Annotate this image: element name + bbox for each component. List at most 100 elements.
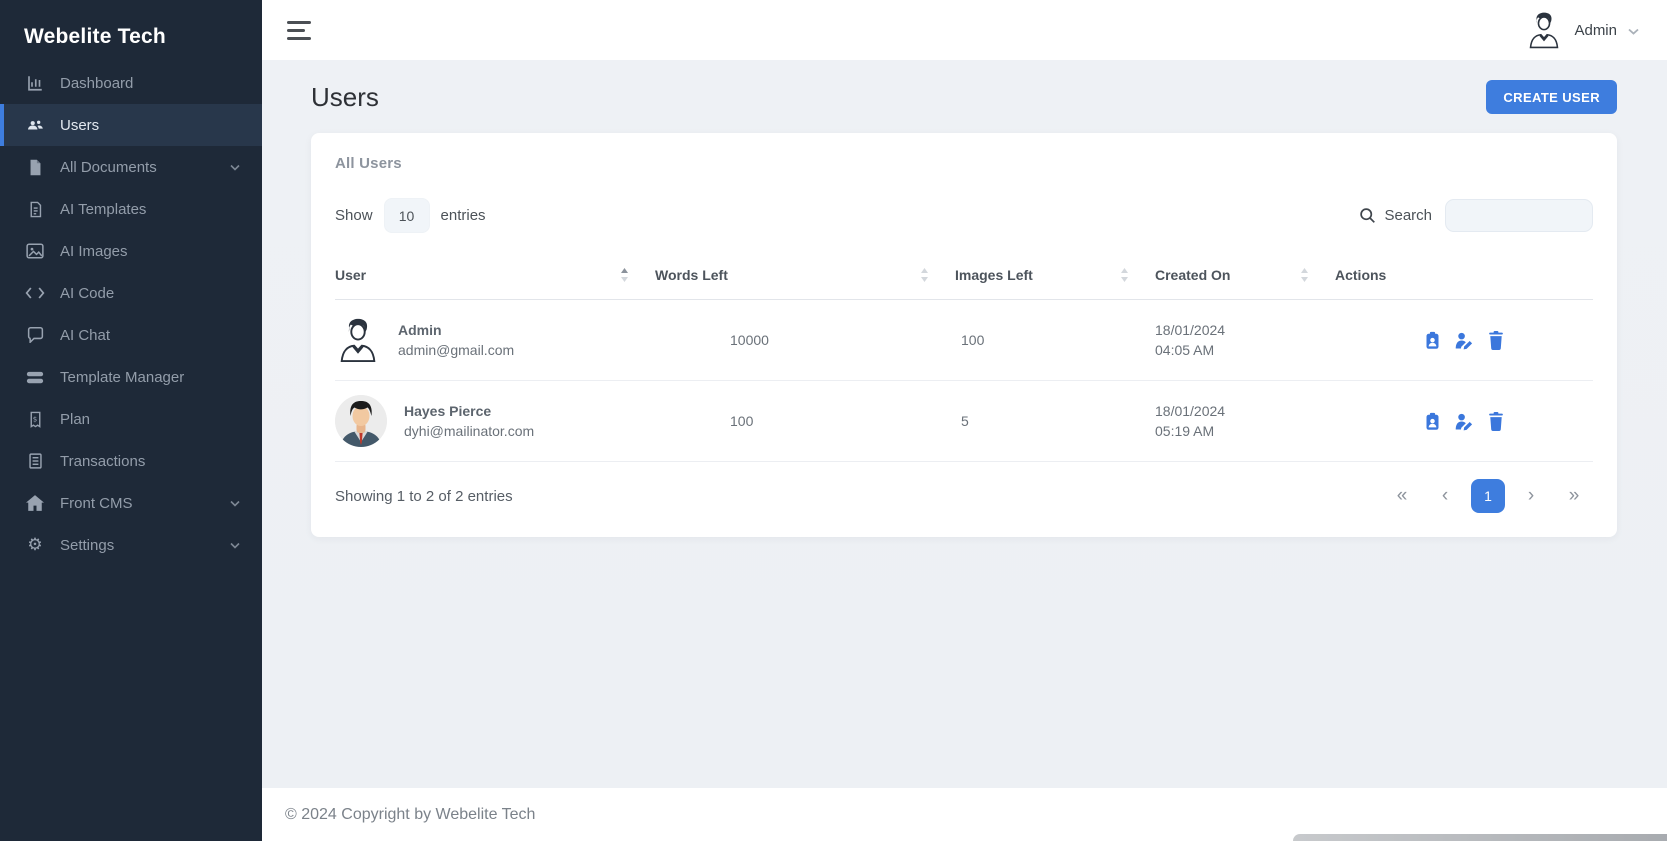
sort-icon-asc-active [620, 267, 629, 283]
sidebar-item-front-cms[interactable]: Front CMS [0, 482, 262, 524]
search-input[interactable] [1445, 199, 1593, 232]
screen-edge-shadow [1293, 834, 1667, 841]
sidebar-item-dashboard[interactable]: Dashboard [0, 62, 262, 104]
pagination-last-button[interactable]: » [1557, 479, 1591, 513]
sidebar-item-ai-templates[interactable]: AI Templates [0, 188, 262, 230]
created-on-cell: 18/01/2024 05:19 AM [1155, 401, 1335, 442]
page-header: Users CREATE USER [262, 60, 1667, 114]
brand-logo: Webelite Tech [0, 0, 262, 60]
sidebar-item-label: Users [60, 117, 99, 134]
users-icon [25, 115, 45, 135]
sidebar-item-users[interactable]: Users [0, 104, 262, 146]
column-header-words-left[interactable]: Words Left [655, 267, 955, 283]
column-header-user[interactable]: User [335, 267, 655, 283]
user-name: Hayes Pierce [404, 403, 534, 419]
copyright-text: © 2024 Copyright by Webelite Tech [285, 806, 535, 824]
images-left-cell: 5 [955, 413, 1155, 429]
sidebar-item-label: AI Code [60, 285, 114, 302]
sort-icon [1120, 267, 1129, 283]
column-header-created-on[interactable]: Created On [1155, 267, 1335, 283]
user-email: admin@gmail.com [398, 342, 514, 358]
pagination-next-button[interactable]: › [1514, 479, 1548, 513]
words-left-cell: 10000 [655, 332, 955, 348]
search-label: Search [1384, 207, 1432, 224]
dashboard-icon [25, 73, 45, 93]
pagination-prev-button[interactable]: ‹ [1428, 479, 1462, 513]
layers-icon [25, 367, 45, 387]
sidebar-item-label: Transactions [60, 453, 145, 470]
home-icon [25, 493, 45, 513]
show-label: Show [335, 207, 373, 224]
delete-user-icon[interactable] [1487, 331, 1506, 350]
entries-summary: Showing 1 to 2 of 2 entries [335, 488, 513, 505]
topbar: Admin [262, 0, 1667, 60]
created-on-cell: 18/01/2024 04:05 AM [1155, 320, 1335, 361]
page-title: Users [311, 82, 379, 113]
sidebar-item-label: AI Templates [60, 201, 146, 218]
sidebar-item-label: Settings [60, 537, 114, 554]
user-name: Admin [398, 322, 514, 338]
edit-user-icon[interactable] [1455, 331, 1474, 350]
svg-text:$: $ [32, 414, 37, 423]
menu-toggle-icon[interactable] [287, 21, 311, 40]
images-left-cell: 100 [955, 332, 1155, 348]
user-email: dyhi@mailinator.com [404, 423, 534, 439]
column-header-actions: Actions [1335, 267, 1593, 283]
sidebar-item-all-documents[interactable]: All Documents [0, 146, 262, 188]
user-menu[interactable]: Admin [1525, 11, 1639, 49]
pagination-page-1-button[interactable]: 1 [1471, 479, 1505, 513]
code-icon [25, 283, 45, 303]
sidebar-item-label: Plan [60, 411, 90, 428]
chevron-down-icon [230, 542, 240, 549]
actions-cell [1335, 331, 1593, 350]
edit-user-icon[interactable] [1455, 412, 1474, 431]
user-cell: Admin admin@gmail.com [335, 317, 655, 363]
main-content: Users CREATE USER All Users Show 10 entr… [262, 60, 1667, 788]
entries-label: entries [441, 207, 486, 224]
sidebar-nav: Dashboard Users All Documents [0, 62, 262, 566]
app-window: Webelite Tech Dashboard Users All Docume… [0, 0, 1667, 841]
users-table: User Words Left Images Left [335, 251, 1593, 462]
words-left-cell: 100 [655, 413, 955, 429]
plan-invoice-icon: $ [25, 409, 45, 429]
user-avatar [335, 317, 381, 363]
create-user-button[interactable]: CREATE USER [1486, 80, 1617, 114]
column-header-images-left[interactable]: Images Left [955, 267, 1155, 283]
table-controls: Show 10 entries Search [335, 198, 1593, 233]
chat-icon [25, 325, 45, 345]
pagination: « ‹ 1 › » [1385, 479, 1591, 513]
sidebar-item-label: AI Images [60, 243, 128, 260]
search-control: Search [1359, 199, 1593, 232]
sidebar-item-ai-images[interactable]: AI Images [0, 230, 262, 272]
page-size-select[interactable]: 10 [384, 198, 430, 233]
transactions-icon [25, 451, 45, 471]
view-user-icon[interactable] [1423, 331, 1442, 350]
chevron-down-icon [1628, 28, 1639, 35]
sidebar-item-ai-code[interactable]: AI Code [0, 272, 262, 314]
sidebar-item-settings[interactable]: ⚙ Settings [0, 524, 262, 566]
sidebar-item-plan[interactable]: $ Plan [0, 398, 262, 440]
sidebar-item-label: Front CMS [60, 495, 133, 512]
page-size-control: Show 10 entries [335, 198, 486, 233]
sidebar-item-transactions[interactable]: Transactions [0, 440, 262, 482]
chevron-down-icon [230, 500, 240, 507]
sidebar-item-label: Template Manager [60, 369, 184, 386]
sidebar-item-label: Dashboard [60, 75, 133, 92]
sidebar: Webelite Tech Dashboard Users All Docume… [0, 0, 262, 841]
actions-cell [1335, 412, 1593, 431]
user-menu-label: Admin [1574, 22, 1617, 39]
all-users-card: All Users Show 10 entries Search [311, 133, 1617, 537]
sidebar-item-template-manager[interactable]: Template Manager [0, 356, 262, 398]
user-cell: Hayes Pierce dyhi@mailinator.com [335, 395, 655, 447]
search-icon [1359, 207, 1376, 224]
sidebar-item-ai-chat[interactable]: AI Chat [0, 314, 262, 356]
delete-user-icon[interactable] [1487, 412, 1506, 431]
card-title: All Users [335, 155, 1593, 172]
sort-icon [1300, 267, 1309, 283]
file-lines-icon [25, 199, 45, 219]
view-user-icon[interactable] [1423, 412, 1442, 431]
pagination-first-button[interactable]: « [1385, 479, 1419, 513]
sidebar-item-label: All Documents [60, 159, 157, 176]
chevron-down-icon [230, 164, 240, 171]
gear-icon: ⚙ [25, 535, 45, 555]
